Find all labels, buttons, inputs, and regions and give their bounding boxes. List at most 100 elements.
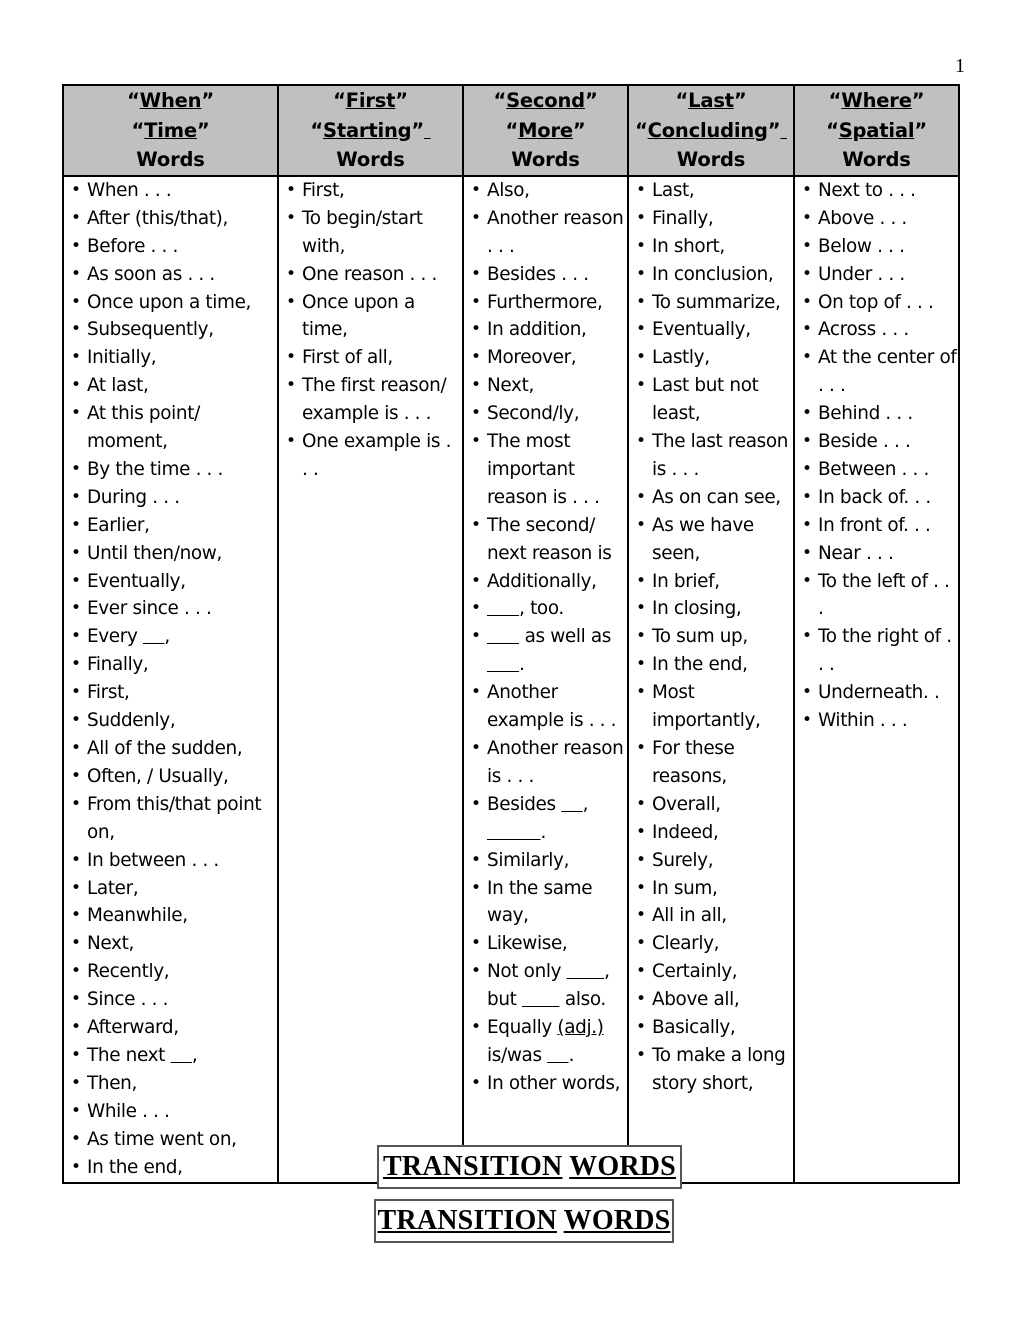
word-list-item: Recently, <box>65 958 276 986</box>
word-list-first-starting: First,To begin/start with,One reason . .… <box>280 178 461 484</box>
word-list-item: As time went on, <box>65 1126 276 1154</box>
word-list-item: Across . . . <box>796 316 957 344</box>
header-line-1-underlined: Second <box>506 89 585 112</box>
word-list-item: In between . . . <box>65 847 276 875</box>
word-list-item: Later, <box>65 875 276 903</box>
fill-in-blank <box>171 1045 192 1066</box>
header-line-2-underlined: Starting <box>323 118 412 142</box>
column-cell-where-spatial: Next to . . .Above . . .Below . . .Under… <box>793 174 960 1184</box>
word-list-item: Within . . . <box>796 707 957 735</box>
word-list-item: The next , <box>65 1042 276 1070</box>
word-list-item: Since . . . <box>65 986 276 1014</box>
header-line-2-underlined: Time <box>144 118 197 142</box>
transition-words-word1-upper: TRANSITION <box>383 1151 563 1182</box>
word-list-item: First of all, <box>280 344 461 372</box>
header-line-1: “When” <box>127 89 214 112</box>
column-header-last-concluding: “Last” “Concluding” Words <box>627 84 795 177</box>
header-line-2-underlined: More <box>518 118 573 142</box>
header-line-2-underlined: Spatial <box>838 118 915 142</box>
word-list-item: The last reason is . . . <box>630 428 792 484</box>
transition-words-word1-lower: TRANSITION <box>377 1205 557 1236</box>
word-list-item: In conclusion, <box>630 261 792 289</box>
word-list-item: Last, <box>630 178 792 205</box>
word-list-item: Another reason . . . <box>465 205 626 261</box>
word-list-item: On top of . . . <box>796 289 957 317</box>
word-list-item: All of the sudden, <box>65 735 276 763</box>
word-list-item: Besides , . <box>465 791 626 847</box>
word-list-item: Under . . . <box>796 261 957 289</box>
word-list-item: Once upon a time, <box>280 289 461 345</box>
column-header-first-starting: “First” “Starting” Words <box>277 84 464 177</box>
word-list-item: In brief, <box>630 568 792 596</box>
word-list-item: From this/that point on, <box>65 791 276 847</box>
word-list-item: Above . . . <box>796 205 957 233</box>
fill-in-blank <box>487 626 519 647</box>
word-list-item: Basically, <box>630 1014 792 1042</box>
word-list-item: Another reason is . . . <box>465 735 626 791</box>
underlined-text: (adj.) <box>557 1017 604 1039</box>
word-list-item: Then, <box>65 1070 276 1098</box>
fill-in-blank <box>567 961 604 982</box>
word-list-item: Until then/now, <box>65 540 276 568</box>
word-list-item: In back of. . . <box>796 484 957 512</box>
header-line-3: Words <box>676 148 746 172</box>
word-list-item: To summarize, <box>630 289 792 317</box>
word-list-item: Often, / Usually, <box>65 763 276 791</box>
table-header-row: “When” “Time” Words “First” “Starting” W… <box>62 84 960 177</box>
word-list-item: Next to . . . <box>796 178 957 205</box>
word-list-item: Second/ly, <box>465 400 626 428</box>
word-list-item: Every , <box>65 623 276 651</box>
document-page: 1 “When” “Time” Words “First” “Starting”… <box>0 0 1020 1320</box>
word-list-item: One reason . . . <box>280 261 461 289</box>
header-line-1-underlined: When <box>139 89 202 112</box>
word-list-item: Most importantly, <box>630 679 792 735</box>
word-list-item: In front of. . . <box>796 512 957 540</box>
word-list-item: Lastly, <box>630 344 792 372</box>
word-list-item: Near . . . <box>796 540 957 568</box>
word-list-when-time: When . . .After (this/that),Before . . .… <box>65 178 276 1181</box>
transition-words-table: “When” “Time” Words “First” “Starting” W… <box>62 84 960 1184</box>
fill-in-blank <box>143 626 164 647</box>
word-list-item: Another example is . . . <box>465 679 626 735</box>
header-line-2: “Concluding” <box>629 116 793 146</box>
word-list-item: In the end, <box>65 1154 276 1181</box>
word-list-item: Underneath. . <box>796 679 957 707</box>
column-cell-second-more: Also,Another reason . . .Besides . . .Fu… <box>462 174 629 1184</box>
word-list-item: Similarly, <box>465 847 626 875</box>
header-line-2: “Spatial” <box>826 118 927 142</box>
word-list-item: Furthermore, <box>465 289 626 317</box>
transition-words-box-lower: TRANSITION WORDS <box>374 1199 674 1243</box>
word-list-where-spatial: Next to . . .Above . . .Below . . .Under… <box>796 178 957 735</box>
word-list-item: When . . . <box>65 178 276 205</box>
word-list-item: Finally, <box>630 205 792 233</box>
word-list-item: One example is . . . <box>280 428 461 484</box>
word-list-item: Suddenly, <box>65 707 276 735</box>
word-list-item: In sum, <box>630 875 792 903</box>
word-list-item: While . . . <box>65 1098 276 1126</box>
word-list-item: At last, <box>65 372 276 400</box>
word-list-item: In addition, <box>465 316 626 344</box>
fill-in-blank <box>487 654 519 675</box>
word-list-item: All in all, <box>630 902 792 930</box>
word-list-item: Afterward, <box>65 1014 276 1042</box>
word-list-item: Next, <box>465 372 626 400</box>
word-list-item: Once upon a time, <box>65 289 276 317</box>
word-list-item: Below . . . <box>796 233 957 261</box>
word-list-item: In short, <box>630 233 792 261</box>
word-list-item: First, <box>280 178 461 205</box>
word-list-item: In other words, <box>465 1070 626 1098</box>
word-list-item: To make a long story short, <box>630 1042 792 1098</box>
fill-in-blank <box>487 598 519 619</box>
word-list-item: Eventually, <box>65 568 276 596</box>
word-list-item: Earlier, <box>65 512 276 540</box>
word-list-second-more: Also,Another reason . . .Besides . . .Fu… <box>465 178 626 1098</box>
word-list-item: By the time . . . <box>65 456 276 484</box>
header-line-3: Words <box>511 148 580 172</box>
word-list-item: Between . . . <box>796 456 957 484</box>
fill-in-blank <box>522 989 559 1010</box>
word-list-item: Initially, <box>65 344 276 372</box>
word-list-item: During . . . <box>65 484 276 512</box>
header-line-1: “Where” <box>828 89 925 112</box>
word-list-item: As soon as . . . <box>65 261 276 289</box>
word-list-item: Equally (adj.) is/was . <box>465 1014 626 1070</box>
